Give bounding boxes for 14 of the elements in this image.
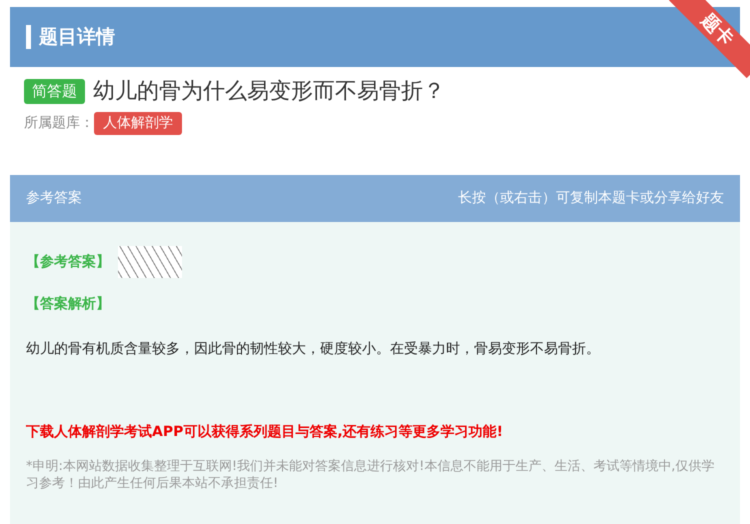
bank-label: 所属题库： (24, 114, 94, 133)
disclaimer-text: *申明:本网站数据收集整理于互联网!我们并未能对答案信息进行核对!本信息不能用于生产、生活、考试等情境中,仅供学习参考！由此产生任何后果本站不承担责任! (26, 459, 716, 493)
share-hint: 长按（或右击）可复制本题卡或分享给好友 (458, 189, 724, 208)
answer-panel-title: 参考答案 (26, 189, 82, 208)
question-type-badge: 简答题 (24, 79, 85, 104)
answer-label: 【参考答案】 (26, 252, 110, 272)
bank-tag[interactable]: 人体解剖学 (94, 112, 182, 135)
promo-text: 下载人体解剖学考试APP可以获得系列题目与答案,还有练习等更多学习功能! (26, 422, 504, 442)
analysis-label: 【答案解析】 (26, 294, 111, 314)
title-bar-mark (26, 25, 31, 49)
answer-image-placeholder (118, 246, 182, 278)
question-text: 幼儿的骨为什么易变形而不易骨折？ (93, 78, 445, 106)
analysis-text: 幼儿的骨有机质含量较多，因此骨的韧性较大，硬度较小。在受暴力时，骨易变形不易骨折。 (26, 340, 601, 359)
header-title: 题目详情 (39, 24, 115, 50)
